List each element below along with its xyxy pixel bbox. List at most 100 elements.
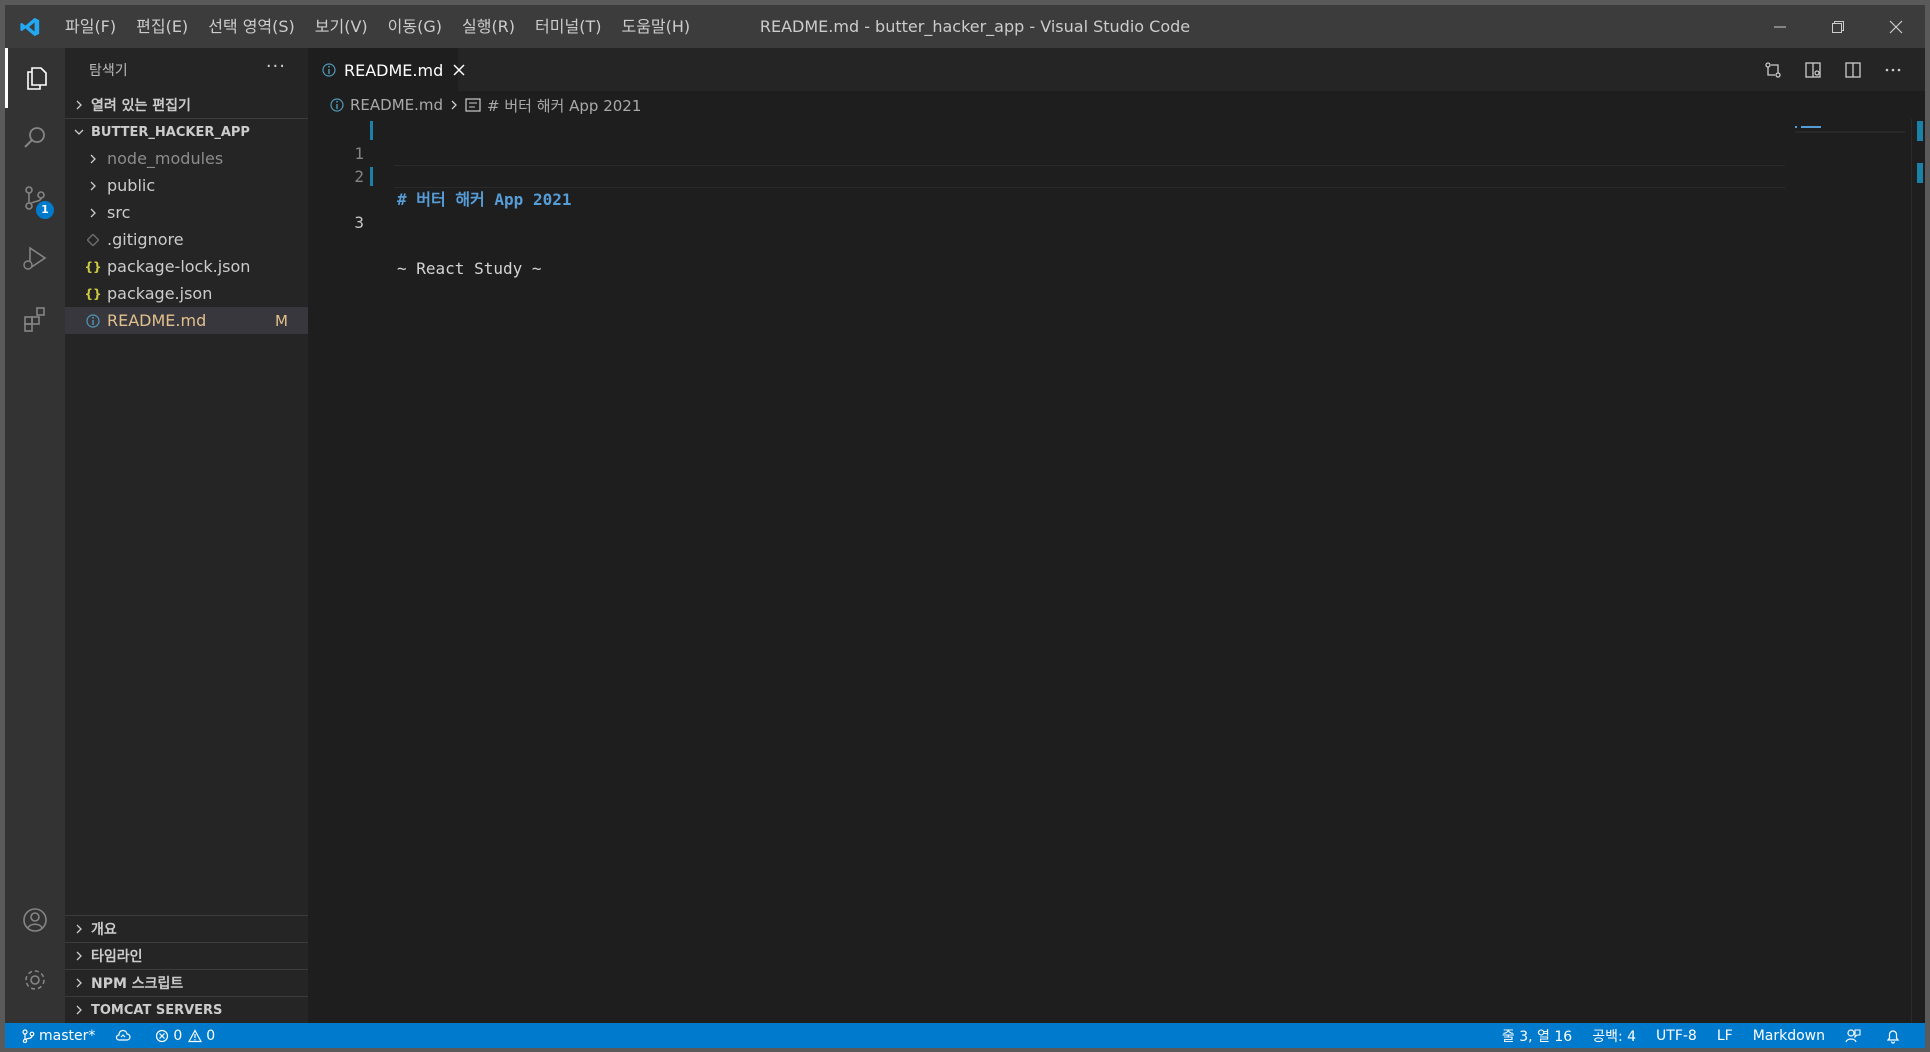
tree-file-package-json[interactable]: {} package.json (65, 280, 308, 307)
menu-help[interactable]: 도움말(H) (611, 5, 700, 48)
settings-gear-icon (25, 970, 45, 990)
activity-bar: 1 (5, 48, 65, 1023)
vertical-scrollbar[interactable] (1911, 119, 1925, 1023)
open-editors-label: 열려 있는 편집기 (91, 97, 191, 114)
tree-folder-src[interactable]: src (65, 199, 308, 226)
menu-terminal[interactable]: 터미널(T) (525, 5, 611, 48)
branch-status[interactable]: master* (5, 1023, 105, 1048)
tree-item-label: package-lock.json (107, 257, 251, 276)
end-of-line[interactable]: LF (1707, 1023, 1743, 1048)
close-icon (1889, 20, 1903, 33)
tomcat-servers-section[interactable]: TOMCAT SERVERS (65, 996, 308, 1023)
feedback-button[interactable] (1835, 1023, 1875, 1048)
breadcrumb-symbol[interactable]: # 버터 해커 App 2021 (487, 95, 641, 116)
tree-folder-public[interactable]: public (65, 172, 308, 199)
scrollbar-change-marker (1917, 163, 1923, 183)
window-controls (1751, 5, 1925, 48)
chevron-right-icon (71, 975, 87, 991)
open-editors-section[interactable]: 열려 있는 편집기 (65, 91, 308, 118)
menu-file[interactable]: 파일(F) (55, 5, 126, 48)
branch-name: master* (39, 1027, 96, 1044)
sync-button[interactable] (105, 1023, 145, 1048)
editor-actions (1753, 48, 1913, 91)
minimap[interactable] (1795, 119, 1905, 1023)
tree-file-readme[interactable]: README.md M (65, 307, 308, 334)
cursor-position[interactable]: 줄 3, 열 16 (1492, 1023, 1582, 1048)
symbol-string-icon (465, 98, 481, 112)
tree-folder-node-modules[interactable]: node_modules (65, 145, 308, 172)
open-changes-button[interactable] (1753, 48, 1793, 91)
tab-readme[interactable]: README.md (308, 48, 465, 91)
breadcrumb-file[interactable]: README.md (350, 96, 443, 114)
explorer-button[interactable] (5, 48, 65, 108)
accounts-button[interactable] (5, 890, 65, 950)
sidebar-title: 탐색기 (89, 62, 128, 79)
feedback-icon (1845, 1028, 1861, 1042)
tab-label: README.md (344, 60, 444, 80)
minimap-preview (1795, 126, 1905, 133)
code-line-current: 3 ~ React Study ~ (308, 165, 1925, 278)
vscode-window: 파일(F) 편집(E) 선택 영역(S) 보기(V) 이동(G) 실행(R) 터… (5, 5, 1925, 1048)
sidebar-bottom-sections: 개요 타임라인 NPM 스크립트 TOMCAT SERVERS (65, 915, 308, 1023)
code-line: 2 (308, 142, 1925, 186)
close-window-button[interactable] (1867, 5, 1925, 48)
outline-section[interactable]: 개요 (65, 915, 308, 942)
vscode-logo-icon (5, 5, 55, 48)
npm-scripts-section[interactable]: NPM 스크립트 (65, 969, 308, 996)
search-icon (24, 127, 45, 148)
split-editor-button[interactable] (1833, 48, 1873, 91)
language-mode[interactable]: Markdown (1743, 1023, 1835, 1048)
menu-view[interactable]: 보기(V) (305, 5, 378, 48)
tab-bar: README.md (308, 48, 1925, 91)
manage-button[interactable] (5, 950, 65, 1010)
extensions-button[interactable] (5, 288, 65, 348)
compare-changes-icon (1765, 61, 1781, 78)
tree-file-gitignore[interactable]: .gitignore (65, 226, 308, 253)
restore-button[interactable] (1809, 5, 1867, 48)
code-line: 1 # 버터 해커 App 2021 (308, 119, 1925, 209)
chevron-right-icon (71, 97, 87, 113)
breadcrumb: README.md # 버터 해커 App 2021 (308, 91, 1925, 119)
more-editor-actions-button[interactable] (1873, 48, 1913, 91)
menu-go[interactable]: 이동(G) (378, 5, 452, 48)
section-label: TOMCAT SERVERS (91, 1002, 223, 1018)
explorer-sidebar: 탐색기 ··· 열려 있는 편집기 BUTTER_HACKER_APP node… (65, 48, 308, 1023)
modified-badge: M (275, 311, 288, 330)
menu-edit[interactable]: 편집(E) (126, 5, 198, 48)
account-icon (23, 908, 47, 932)
run-debug-button[interactable] (5, 228, 65, 288)
search-button[interactable] (5, 108, 65, 168)
extensions-icon (24, 307, 45, 332)
section-label: 개요 (91, 922, 117, 938)
modified-gutter-marker (370, 167, 373, 186)
chevron-right-icon (449, 100, 459, 110)
more-actions-button[interactable]: ··· (266, 56, 286, 77)
tree-item-label: README.md (107, 311, 207, 330)
scrollbar-change-marker (1917, 121, 1923, 141)
editor-area: README.md README.md # 버터 해커 App 2021 1 #… (308, 48, 1925, 1023)
menu-run[interactable]: 실행(R) (452, 5, 525, 48)
tree-file-package-lock[interactable]: {} package-lock.json (65, 253, 308, 280)
source-control-button[interactable]: 1 (5, 168, 65, 228)
minimize-button[interactable] (1751, 5, 1809, 48)
problems-status[interactable]: 0 0 (145, 1023, 225, 1048)
tree-item-label: public (107, 176, 156, 195)
project-section[interactable]: BUTTER_HACKER_APP (65, 118, 308, 145)
line-text: ~ React Study ~ (397, 259, 542, 278)
section-label: NPM 스크립트 (91, 976, 184, 992)
encoding[interactable]: UTF-8 (1646, 1023, 1707, 1048)
json-file-icon: {} (84, 286, 102, 301)
timeline-section[interactable]: 타임라인 (65, 942, 308, 969)
close-icon (453, 64, 465, 76)
tab-close-button[interactable] (453, 64, 465, 76)
notifications-button[interactable] (1875, 1023, 1915, 1048)
chevron-right-icon (85, 205, 101, 221)
project-label: BUTTER_HACKER_APP (91, 124, 250, 140)
menu-selection[interactable]: 선택 영역(S) (198, 5, 305, 48)
code-editor[interactable]: 1 # 버터 해커 App 2021 2 3 ~ React Study ~ (308, 119, 1925, 278)
open-preview-button[interactable] (1793, 48, 1833, 91)
indentation[interactable]: 공백: 4 (1582, 1023, 1646, 1048)
minimize-icon (1774, 26, 1786, 27)
tree-item-label: src (107, 203, 131, 222)
explorer-icon (26, 67, 47, 90)
